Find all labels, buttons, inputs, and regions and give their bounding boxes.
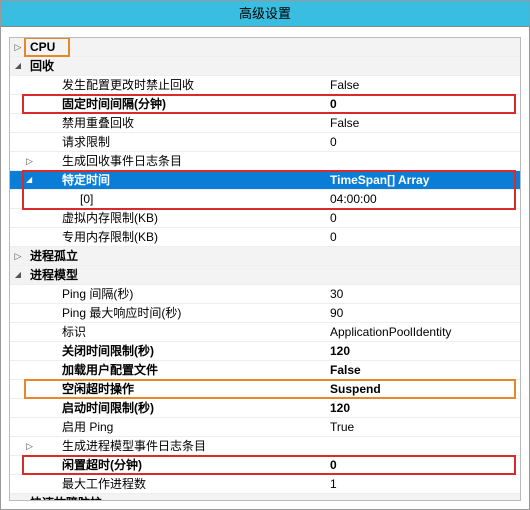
prop-request-limit[interactable]: 请求限制 0 xyxy=(10,133,520,152)
prop-shutdown-limit[interactable]: 关闭时间限制(秒) 120 xyxy=(10,342,520,361)
prop-recycle-events[interactable]: 生成回收事件日志条目 xyxy=(10,152,520,171)
window-title: 高级设置 xyxy=(1,1,529,27)
prop-disable-overlap[interactable]: 禁用重叠回收 False xyxy=(10,114,520,133)
section-cpu[interactable]: CPU xyxy=(10,38,520,57)
prop-private-memory-limit[interactable]: 专用内存限制(KB) 0 xyxy=(10,228,520,247)
expand-icon[interactable] xyxy=(10,246,26,266)
section-label: 回收 xyxy=(26,57,316,76)
expand-icon[interactable] xyxy=(26,170,40,190)
prop-identity[interactable]: 标识 ApplicationPoolIdentity xyxy=(10,323,520,342)
expand-icon[interactable] xyxy=(10,265,26,285)
prop-disable-recycle-on-config[interactable]: 发生配置更改时禁止回收 False xyxy=(10,76,520,95)
prop-fixed-interval[interactable]: 固定时间间隔(分钟) 0 xyxy=(10,95,520,114)
prop-idle-timeout-action[interactable]: 空闲超时操作 Suspend xyxy=(10,380,520,399)
prop-specific-times-item-0[interactable]: [0] 04:00:00 xyxy=(10,190,520,209)
prop-specific-times[interactable]: 特定时间 TimeSpan[] Array xyxy=(10,171,520,190)
advanced-settings-window: 高级设置 CPU 回收 发生配置更改时禁止回收 False 固定时间间隔(分钟)… xyxy=(0,0,530,510)
expand-icon[interactable] xyxy=(26,151,40,171)
prop-load-user-profile[interactable]: 加载用户配置文件 False xyxy=(10,361,520,380)
prop-model-events[interactable]: 生成进程模型事件日志条目 xyxy=(10,437,520,456)
section-process-orphaning[interactable]: 进程孤立 xyxy=(10,247,520,266)
section-process-model[interactable]: 进程模型 xyxy=(10,266,520,285)
section-label: CPU xyxy=(26,38,316,57)
expand-icon[interactable] xyxy=(10,494,26,502)
prop-ping-interval[interactable]: Ping 间隔(秒) 30 xyxy=(10,285,520,304)
prop-virtual-memory-limit[interactable]: 虚拟内存限制(KB) 0 xyxy=(10,209,520,228)
prop-enable-ping[interactable]: 启用 Ping True xyxy=(10,418,520,437)
property-grid[interactable]: CPU 回收 发生配置更改时禁止回收 False 固定时间间隔(分钟) 0 禁用… xyxy=(9,37,521,501)
prop-ping-max-response[interactable]: Ping 最大响应时间(秒) 90 xyxy=(10,304,520,323)
expand-icon[interactable] xyxy=(10,56,26,76)
expand-icon[interactable] xyxy=(26,436,40,456)
prop-max-worker-processes[interactable]: 最大工作进程数 1 xyxy=(10,475,520,494)
prop-startup-limit[interactable]: 启动时间限制(秒) 120 xyxy=(10,399,520,418)
prop-idle-timeout[interactable]: 闲置超时(分钟) 0 xyxy=(10,456,520,475)
section-rapid-fail[interactable]: 快速故障防护 xyxy=(10,494,520,501)
section-recycle[interactable]: 回收 xyxy=(10,57,520,76)
expand-icon[interactable] xyxy=(10,37,26,57)
